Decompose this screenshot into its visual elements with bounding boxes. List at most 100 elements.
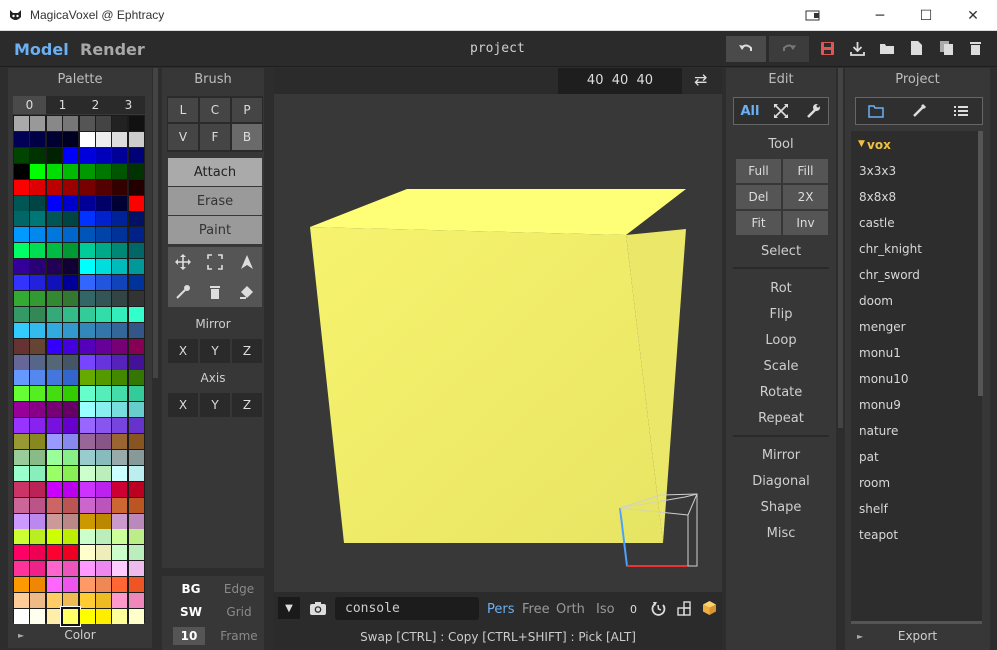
cursor-icon[interactable] <box>239 254 255 270</box>
project-item[interactable]: teapot <box>859 528 898 542</box>
palette-swatch[interactable] <box>46 195 62 211</box>
paint-button[interactable]: Paint <box>168 216 262 244</box>
palette-swatch[interactable] <box>46 243 62 259</box>
reset-camera-icon[interactable] <box>651 601 666 616</box>
palette-swatch[interactable] <box>63 529 79 545</box>
redo-button[interactable] <box>769 36 809 62</box>
palette-swatch[interactable] <box>96 195 111 211</box>
console-toggle-icon[interactable]: ▼ <box>278 597 300 619</box>
project-item[interactable]: 8x8x8 <box>859 190 896 204</box>
palette-swatch[interactable] <box>96 465 111 481</box>
axis-x[interactable]: X <box>168 393 198 417</box>
palette-swatch[interactable] <box>63 116 79 131</box>
palette-swatch[interactable] <box>63 243 79 259</box>
palette-swatch[interactable] <box>112 354 128 370</box>
palette-swatch[interactable] <box>128 418 144 434</box>
camera-free[interactable]: Free <box>522 602 550 617</box>
palette-swatch[interactable] <box>63 418 79 434</box>
palette-swatch[interactable] <box>79 290 95 306</box>
palette-swatch[interactable] <box>63 211 79 227</box>
palette-swatch[interactable] <box>79 497 95 513</box>
palette-swatch[interactable] <box>112 481 128 497</box>
folder-vox[interactable]: vox <box>867 138 891 152</box>
palette-swatch[interactable] <box>128 402 144 418</box>
palette-swatch[interactable] <box>79 529 95 545</box>
palette-swatch[interactable] <box>112 211 128 227</box>
palette-swatch[interactable] <box>79 370 95 386</box>
palette-swatch[interactable] <box>14 434 29 449</box>
palette-swatch[interactable] <box>79 593 95 608</box>
project-item[interactable]: menger <box>859 320 906 334</box>
palette-swatch[interactable] <box>128 306 144 322</box>
camera-pers[interactable]: Pers <box>487 602 515 617</box>
project-item[interactable]: shelf <box>859 502 888 516</box>
minimize-button[interactable]: ─ <box>857 0 903 31</box>
palette-swatch[interactable] <box>46 163 62 179</box>
palette-swatch[interactable] <box>128 163 144 179</box>
palette-swatch[interactable] <box>96 227 111 243</box>
palette-swatch[interactable] <box>96 370 111 386</box>
palette-swatch[interactable] <box>128 275 144 290</box>
palette-swatch[interactable] <box>128 561 144 577</box>
palette-swatch[interactable] <box>128 338 144 354</box>
palette-swatch[interactable] <box>14 593 29 608</box>
edit-scrollbar[interactable] <box>838 68 843 428</box>
palette-swatch[interactable] <box>46 449 62 465</box>
palette-swatch[interactable] <box>14 306 29 322</box>
project-scrollbar[interactable] <box>978 131 983 396</box>
palette-swatch[interactable] <box>46 608 62 624</box>
palette-swatch[interactable] <box>79 354 95 370</box>
palette-swatch[interactable] <box>63 434 79 449</box>
camera-icon[interactable] <box>309 601 327 616</box>
palette-swatch[interactable] <box>128 386 144 402</box>
open-folder-icon[interactable] <box>879 41 895 56</box>
palette-swatch[interactable] <box>30 529 46 545</box>
palette-swatch[interactable] <box>96 386 111 402</box>
palette-swatch[interactable] <box>128 322 144 338</box>
palette-swatch[interactable] <box>112 116 128 131</box>
palette-swatch[interactable] <box>128 243 144 259</box>
palette-swatch[interactable] <box>128 131 144 147</box>
tab-model[interactable]: Model <box>14 40 69 59</box>
palette-swatch[interactable] <box>128 497 144 513</box>
palette-swatch[interactable] <box>46 354 62 370</box>
palette-swatch[interactable] <box>128 577 144 593</box>
palette-swatch[interactable] <box>96 290 111 306</box>
palette-swatch[interactable] <box>79 163 95 179</box>
palette-swatch[interactable] <box>112 275 128 290</box>
palette-swatch[interactable] <box>96 449 111 465</box>
palette-tab-1[interactable]: 1 <box>46 96 79 114</box>
folder-tab-icon[interactable] <box>868 104 884 118</box>
palette-swatch[interactable] <box>112 338 128 354</box>
palette-swatch[interactable] <box>128 465 144 481</box>
palette-swatch[interactable] <box>63 338 79 354</box>
palette-swatch[interactable] <box>30 418 46 434</box>
palette-swatch[interactable] <box>79 338 95 354</box>
palette-swatch[interactable] <box>79 259 95 275</box>
palette-swatch[interactable] <box>128 290 144 306</box>
swap-size-icon[interactable]: ⇄ <box>694 70 707 89</box>
tool-2x[interactable]: 2X <box>783 185 828 209</box>
palette-swatch[interactable] <box>30 116 46 131</box>
palette-swatch[interactable] <box>112 545 128 561</box>
palette-swatch[interactable] <box>63 147 79 163</box>
palette-swatch[interactable] <box>79 561 95 577</box>
palette-swatch[interactable] <box>79 116 95 131</box>
camera-iso[interactable]: Iso <box>596 602 615 617</box>
palette-swatch[interactable] <box>46 561 62 577</box>
palette-swatch[interactable] <box>112 386 128 402</box>
palette-swatch[interactable] <box>79 131 95 147</box>
undo-button[interactable] <box>726 36 766 62</box>
voxel-view-icon[interactable] <box>702 600 717 616</box>
palette-swatch[interactable] <box>30 434 46 449</box>
palette-swatch[interactable] <box>14 195 29 211</box>
palette-swatch[interactable] <box>14 497 29 513</box>
palette-swatch[interactable] <box>30 163 46 179</box>
palette-swatch[interactable] <box>96 593 111 608</box>
brush-type-voxel[interactable]: V <box>168 124 198 150</box>
palette-swatch[interactable] <box>63 497 79 513</box>
palette-swatch[interactable] <box>30 402 46 418</box>
palette-swatch[interactable] <box>96 306 111 322</box>
palette-swatch[interactable] <box>14 513 29 529</box>
palette-swatch[interactable] <box>112 290 128 306</box>
